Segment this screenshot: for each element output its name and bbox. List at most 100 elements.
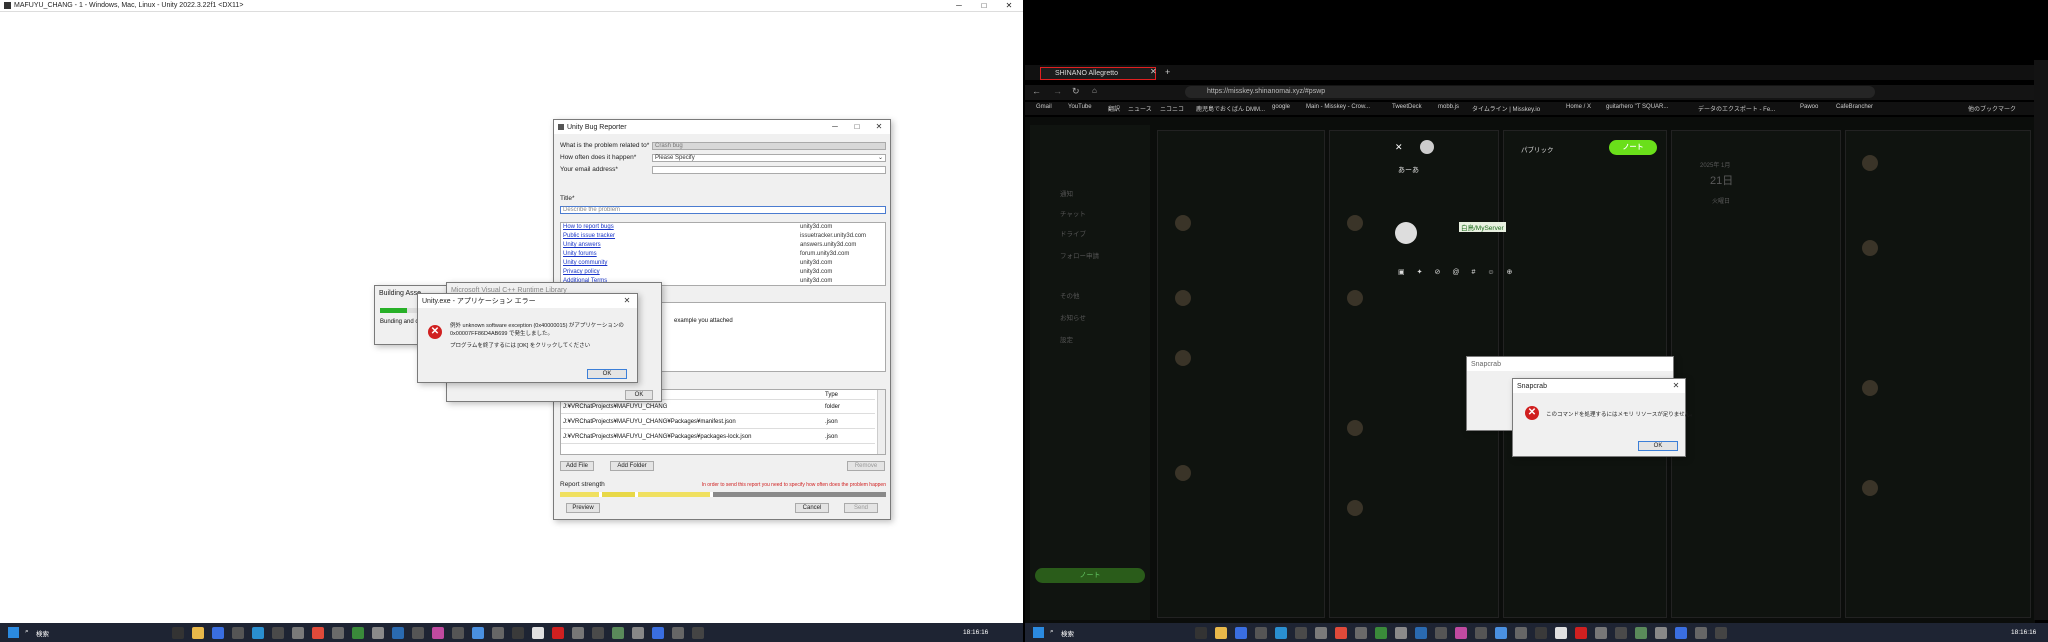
app-icon[interactable]	[1635, 627, 1647, 639]
avatar[interactable]	[1175, 350, 1191, 366]
app-icon[interactable]	[1415, 627, 1427, 639]
bookmark[interactable]: ニュース	[1128, 104, 1152, 113]
app-icon[interactable]	[1455, 627, 1467, 639]
windows-start-icon[interactable]	[8, 627, 19, 638]
bookmark[interactable]: Main - Misskey - Crow...	[1306, 104, 1370, 110]
app-icon[interactable]	[592, 627, 604, 639]
link-label[interactable]: Privacy policy	[563, 269, 600, 275]
snapcrab-ok-button[interactable]: OK	[1638, 441, 1678, 451]
link-label[interactable]: Unity community	[563, 260, 607, 266]
back-icon[interactable]: ←	[1032, 86, 1041, 96]
address-bar[interactable]: https://misskey.shinanomai.xyz/#pswp	[1185, 86, 1875, 98]
minimize-icon[interactable]: ─	[945, 0, 973, 12]
taskbar-search-icon[interactable]: ⌕	[25, 628, 29, 636]
avatar[interactable]	[1347, 500, 1363, 516]
send-button[interactable]: Send	[844, 503, 878, 513]
bookmark[interactable]: タイムライン | Misskey.io	[1472, 104, 1540, 113]
app-icon[interactable]	[692, 627, 704, 639]
link-label[interactable]: How to report bugs	[563, 224, 614, 230]
app-icon[interactable]	[492, 627, 504, 639]
app-icon[interactable]	[312, 627, 324, 639]
nav-item[interactable]: その他	[1060, 290, 1080, 300]
app-icon[interactable]	[1695, 627, 1707, 639]
app-icon[interactable]	[632, 627, 644, 639]
avatar[interactable]	[1862, 380, 1878, 396]
avatar[interactable]	[1862, 480, 1878, 496]
bookmark[interactable]: データのエクスポート - Fe...	[1698, 104, 1775, 113]
app-icon[interactable]	[512, 627, 524, 639]
close-icon[interactable]: ✕	[1667, 379, 1685, 393]
bookmark[interactable]: 翻訳	[1108, 104, 1120, 113]
maximize-icon[interactable]: □	[970, 0, 998, 12]
vcpp-ok-button[interactable]: OK	[625, 390, 653, 400]
bookmark[interactable]: TweetDeck	[1392, 104, 1422, 110]
app-icon[interactable]	[1655, 627, 1667, 639]
bookmark[interactable]: 鹿児島でおくばん DMM...	[1196, 104, 1265, 113]
compose-text[interactable]: あーあ	[1398, 165, 1419, 175]
bookmark[interactable]: ニコニコ	[1160, 104, 1184, 113]
app-icon[interactable]	[1675, 627, 1687, 639]
title-field[interactable]: Describe the problem	[560, 206, 886, 214]
add-folder-button[interactable]: Add Folder	[610, 461, 654, 471]
nav-item[interactable]: ドライブ	[1060, 228, 1086, 238]
app-icon[interactable]	[1295, 627, 1307, 639]
bookmark[interactable]: 他のブックマーク	[1968, 104, 2016, 113]
app-icon[interactable]	[1475, 627, 1487, 639]
avatar[interactable]	[1862, 155, 1878, 171]
forward-icon[interactable]: →	[1053, 86, 1062, 96]
app-icon[interactable]	[1355, 627, 1367, 639]
reload-icon[interactable]: ↻	[1072, 86, 1080, 97]
app-icon[interactable]	[1375, 627, 1387, 639]
app-icon[interactable]	[272, 627, 284, 639]
visibility-selector[interactable]: パブリック	[1521, 144, 1554, 154]
explorer-icon[interactable]	[192, 627, 204, 639]
app-icon[interactable]	[672, 627, 684, 639]
error-ok-button[interactable]: OK	[587, 369, 627, 379]
new-tab-icon[interactable]: +	[1165, 67, 1170, 77]
avatar[interactable]	[1175, 215, 1191, 231]
avatar[interactable]	[1175, 290, 1191, 306]
app-icon[interactable]	[352, 627, 364, 639]
link-row[interactable]: How to report bugs unity3d.com	[563, 224, 832, 230]
explorer-icon[interactable]	[1215, 627, 1227, 639]
clock[interactable]: 18:16:16	[963, 629, 988, 636]
link-label[interactable]: Unity forums	[563, 251, 597, 257]
app-icon[interactable]	[392, 627, 404, 639]
bookmark[interactable]: Pawoo	[1800, 104, 1818, 110]
link-row[interactable]: Unity community unity3d.com	[563, 260, 832, 266]
app-icon[interactable]	[612, 627, 624, 639]
close-icon[interactable]: ✕	[1395, 142, 1403, 153]
close-icon[interactable]: ✕	[618, 294, 636, 308]
app-icon[interactable]	[1555, 627, 1567, 639]
app-icon[interactable]	[1575, 627, 1587, 639]
avatar[interactable]	[1347, 290, 1363, 306]
tab-close-icon[interactable]: ✕	[1150, 67, 1157, 76]
bookmark[interactable]: YouTube	[1068, 104, 1092, 110]
bookmark[interactable]: Home / X	[1566, 104, 1591, 110]
app-icon[interactable]	[552, 627, 564, 639]
preview-button[interactable]: Preview	[566, 503, 600, 513]
avatar[interactable]	[1347, 420, 1363, 436]
app-icon[interactable]	[572, 627, 584, 639]
note-button[interactable]: ノート	[1035, 568, 1145, 583]
app-icon[interactable]	[1395, 627, 1407, 639]
link-row[interactable]: Unity forums forum.unity3d.com	[563, 251, 849, 257]
app-icon[interactable]	[252, 627, 264, 639]
link-row[interactable]: Public issue tracker issuetracker.unity3d…	[563, 233, 866, 239]
app-icon[interactable]	[532, 627, 544, 639]
link-row[interactable]: Unity answers answers.unity3d.com	[563, 242, 856, 248]
app-icon[interactable]	[372, 627, 384, 639]
table-row[interactable]: J:¥VRChatProjects¥MAFUYU_CHANG¥Packages¥…	[561, 415, 875, 429]
nav-item[interactable]: お知らせ	[1060, 312, 1086, 322]
nav-item[interactable]: 設定	[1060, 334, 1073, 344]
app-icon[interactable]	[472, 627, 484, 639]
nav-item[interactable]: 通知	[1060, 188, 1073, 198]
close-icon[interactable]: ✕	[870, 120, 888, 134]
task-view-icon[interactable]	[1195, 627, 1207, 639]
app-icon[interactable]	[1495, 627, 1507, 639]
table-row[interactable]: J:¥VRChatProjects¥MAFUYU_CHANG¥Packages¥…	[561, 430, 875, 444]
bookmark[interactable]: Gmail	[1036, 104, 1052, 110]
app-icon[interactable]	[332, 627, 344, 639]
app-icon[interactable]	[1515, 627, 1527, 639]
bookmark[interactable]: google	[1272, 104, 1290, 110]
